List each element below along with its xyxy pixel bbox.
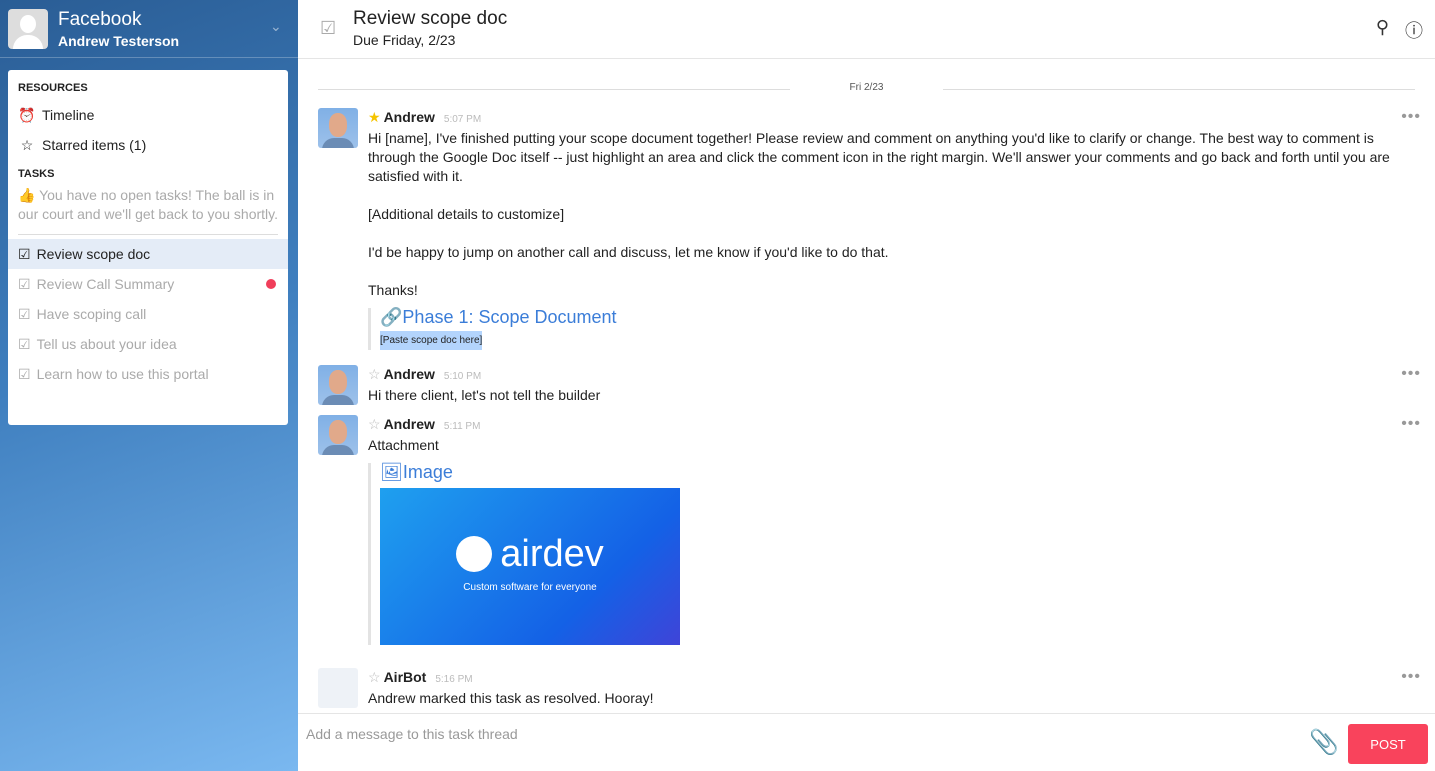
message-text: Hi there client, let's not tell the buil… (368, 387, 601, 403)
star-icon[interactable]: ☆ (368, 415, 381, 434)
image-icon: 🖼 (380, 462, 403, 482)
alarm-clock-icon: ⏰ (18, 106, 36, 123)
task-label: Review Call Summary (36, 276, 175, 292)
message: ••• ★ Andrew 5:07 PM Hi [name], I've finis… (318, 108, 1421, 350)
info-icon[interactable]: ⓘ (1405, 17, 1423, 43)
sidebar: Facebook Andrew Testerson ⌄ RESOURCES ⏰ Ti… (0, 0, 298, 771)
tasks-heading: TASKS (18, 168, 55, 180)
checkbox-icon: ☑ (18, 305, 31, 322)
empty-text: You have no open tasks! The ball is in o… (18, 187, 278, 222)
chevron-down-icon[interactable]: ⌄ (270, 18, 282, 35)
avatar (318, 415, 358, 455)
org-name: Facebook (58, 8, 142, 30)
message-thread: Fri 2/23 ••• ★ Andrew 5:07 PM Hi [name], I… (298, 60, 1435, 713)
message-text: [Additional details to customize] (368, 206, 565, 222)
attachment-image[interactable]: airdev Custom software for everyone (380, 488, 680, 645)
message-text: Thanks! (368, 282, 418, 298)
author: AirBot (383, 669, 427, 685)
tagline: Custom software for everyone (463, 582, 597, 593)
link-label: Image (402, 462, 453, 482)
more-icon[interactable]: ••• (1401, 415, 1421, 433)
author: Andrew (383, 416, 435, 432)
link-subtext: [Paste scope doc here] (380, 331, 483, 350)
task-item[interactable]: ☑ Learn how to use this portal (8, 359, 288, 389)
timestamp: 5:16 PM (435, 674, 473, 685)
date-separator: Fri 2/23 (318, 82, 1415, 93)
task-label: Tell us about your idea (36, 336, 177, 352)
composer: Add a message to this task thread 📎 POST (298, 713, 1435, 771)
checkbox-icon: ☑ (18, 245, 31, 262)
checkbox-icon: ☑ (18, 365, 31, 382)
task-label: Review scope doc (36, 246, 151, 262)
more-icon[interactable]: ••• (1401, 365, 1421, 383)
image-link[interactable]: 🖼Image (380, 463, 1421, 482)
task-header: ☑ Review scope doc Due Friday, 2/23 ⚲ ⓘ (298, 0, 1435, 59)
post-button[interactable]: POST (1348, 724, 1428, 764)
task-item[interactable]: ☑ Review scope doc (8, 239, 288, 269)
avatar (8, 8, 48, 49)
airdev-logo-icon (456, 536, 493, 572)
star-icon[interactable]: ★ (368, 108, 381, 127)
doc-link[interactable]: 🔗Phase 1: Scope Document (380, 308, 1421, 327)
author: Andrew (383, 366, 435, 382)
due-date: Due Friday, 2/23 (353, 32, 456, 48)
task-item[interactable]: ☑ Review Call Summary (8, 269, 288, 299)
divider (18, 234, 278, 235)
message-text: I'd be happy to jump on another call and… (368, 244, 889, 260)
timeline-label: Timeline (42, 107, 95, 123)
empty-tasks-note: 👍 You have no open tasks! The ball is in… (18, 186, 278, 224)
message: ••• ☆ Andrew 5:11 PM Attachment 🖼Image air… (318, 415, 1421, 645)
page-title: Review scope doc (353, 8, 508, 29)
paperclip-icon[interactable]: 📎 (1309, 728, 1339, 757)
sidebar-item-timeline[interactable]: ⏰ Timeline (18, 100, 278, 130)
task-item[interactable]: ☑ Tell us about your idea (8, 329, 288, 359)
message-text: Hi [name], I've finished putting your sc… (368, 130, 1390, 184)
logo-text: airdev (500, 532, 604, 575)
main-panel: ☑ Review scope doc Due Friday, 2/23 ⚲ ⓘ … (298, 0, 1435, 771)
star-icon[interactable]: ☆ (368, 365, 381, 384)
starred-label: Starred items (1) (42, 137, 147, 153)
author: Andrew (383, 109, 435, 125)
workspace-switcher[interactable]: Facebook Andrew Testerson ⌄ (0, 0, 298, 58)
more-icon[interactable]: ••• (1401, 108, 1421, 126)
message-input[interactable]: Add a message to this task thread (306, 726, 518, 742)
link-label: Phase 1: Scope Document (402, 307, 617, 327)
message: ••• ☆ Andrew 5:10 PM Hi there client, let'… (318, 365, 1421, 405)
task-item[interactable]: ☑ Have scoping call (8, 299, 288, 329)
link-icon: 🔗 (380, 307, 403, 327)
timestamp: 5:10 PM (443, 371, 482, 382)
timestamp: 5:07 PM (443, 114, 482, 125)
avatar (318, 108, 358, 148)
star-icon: ☆ (20, 136, 34, 153)
search-icon[interactable]: ⚲ (1376, 17, 1389, 38)
resources-heading: RESOURCES (18, 82, 88, 94)
airbot-avatar (318, 668, 358, 708)
checkbox-icon: ☑ (18, 335, 31, 352)
task-label: Have scoping call (36, 306, 147, 322)
thumbs-up-icon: 👍 (18, 187, 40, 203)
more-icon[interactable]: ••• (1401, 668, 1421, 686)
avatar (318, 365, 358, 405)
timestamp: 5:11 PM (443, 421, 481, 432)
unread-dot (266, 279, 276, 289)
message-text: Attachment (368, 437, 439, 453)
star-icon[interactable]: ☆ (368, 668, 381, 687)
task-label: Learn how to use this portal (36, 366, 209, 382)
sidebar-item-starred[interactable]: ☆ Starred items (1) (18, 130, 278, 160)
nav-card: RESOURCES ⏰ Timeline ☆ Starred items (1) T… (8, 70, 288, 425)
message-text: Andrew marked this task as resolved. Hoo… (368, 690, 654, 706)
user-name: Andrew Testerson (58, 32, 180, 49)
message: ••• ☆ AirBot 5:16 PM Andrew marked this ta… (318, 668, 1421, 708)
checkbox-icon[interactable]: ☑ (320, 18, 336, 39)
checkbox-icon: ☑ (18, 275, 31, 292)
